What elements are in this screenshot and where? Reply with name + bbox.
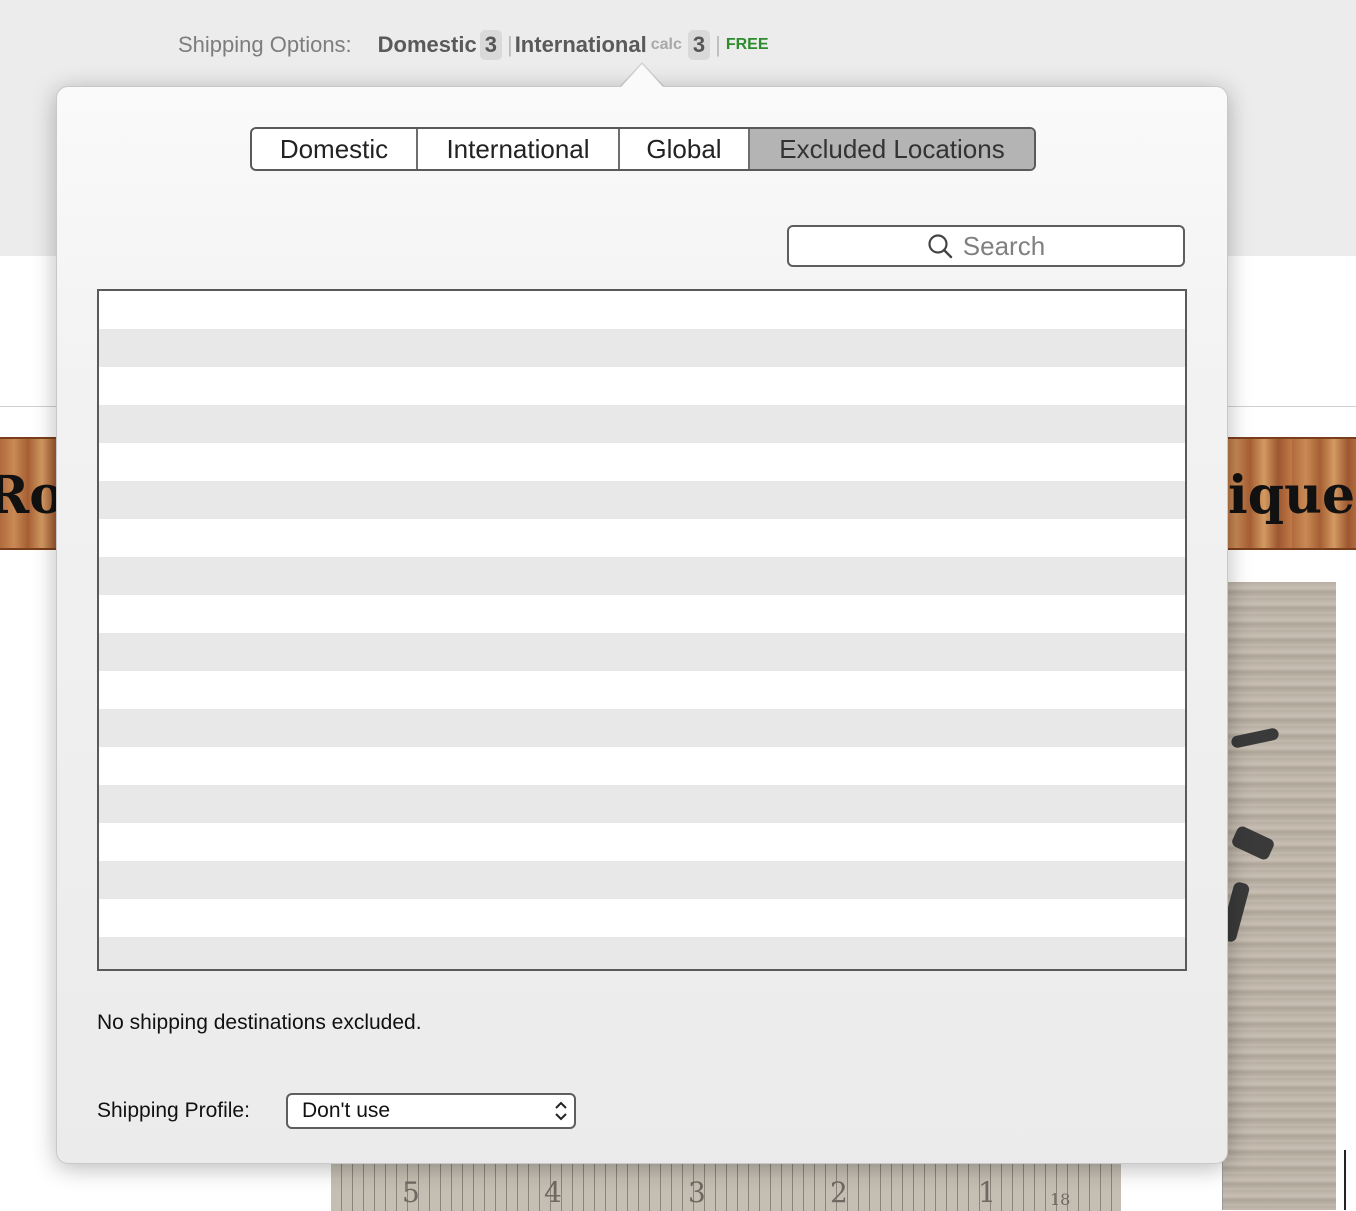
ruler-number: 1 <box>978 1176 996 1209</box>
tab-global[interactable]: Global <box>620 129 750 169</box>
chevron-up-down-icon <box>555 1101 567 1121</box>
store-banner-left: Ros <box>0 437 60 550</box>
separator: | <box>506 32 513 57</box>
ruler-number: 5 <box>402 1176 420 1209</box>
domestic-count-badge: 3 <box>479 30 502 60</box>
shipping-options-row: Shipping Options: Domestic 3 | Internati… <box>178 28 768 62</box>
search-placeholder: Search <box>962 230 1046 261</box>
shipping-tabs: Domestic International Global Excluded L… <box>250 127 1036 171</box>
shipping-profile-select[interactable]: Don't use <box>286 1093 576 1129</box>
banner-text-right: tique <box>1222 465 1356 526</box>
nail-shape <box>1230 824 1276 862</box>
ruler-number: 2 <box>830 1176 848 1209</box>
tab-international[interactable]: International <box>418 129 620 169</box>
tab-excluded-locations[interactable]: Excluded Locations <box>750 129 1034 169</box>
shipping-profile-label: Shipping Profile: <box>97 1099 250 1122</box>
international-calc-label: calc <box>650 36 682 53</box>
separator: | <box>715 32 721 57</box>
international-count-badge: 3 <box>687 30 711 60</box>
search-icon <box>928 234 952 259</box>
ruler-number: 4 <box>544 1176 562 1209</box>
excluded-locations-popover: Domestic International Global Excluded L… <box>56 86 1228 1164</box>
excluded-locations-list[interactable] <box>97 289 1187 971</box>
popover-arrow-fill <box>621 64 663 87</box>
shipping-profile-value: Don't use <box>302 1099 391 1122</box>
shipping-options-label: Shipping Options: <box>178 32 352 57</box>
free-shipping-badge: FREE <box>725 36 769 53</box>
nail-shape <box>1230 727 1280 749</box>
store-banner-right: tique <box>1222 437 1356 550</box>
shipping-international-link[interactable]: International <box>515 32 647 58</box>
banner-text-left: Ros <box>0 465 60 526</box>
window-edge <box>1344 1150 1356 1210</box>
ruler-image <box>331 1160 1121 1211</box>
shipping-domestic-link[interactable]: Domestic <box>378 32 477 58</box>
product-photo <box>1219 582 1336 1210</box>
search-field[interactable]: Search <box>787 225 1185 267</box>
tab-domestic[interactable]: Domestic <box>252 129 418 169</box>
ruler-number: 18 <box>1050 1190 1071 1209</box>
excluded-status-text: No shipping destinations excluded. <box>97 1011 422 1034</box>
ruler-number: 3 <box>688 1176 706 1209</box>
